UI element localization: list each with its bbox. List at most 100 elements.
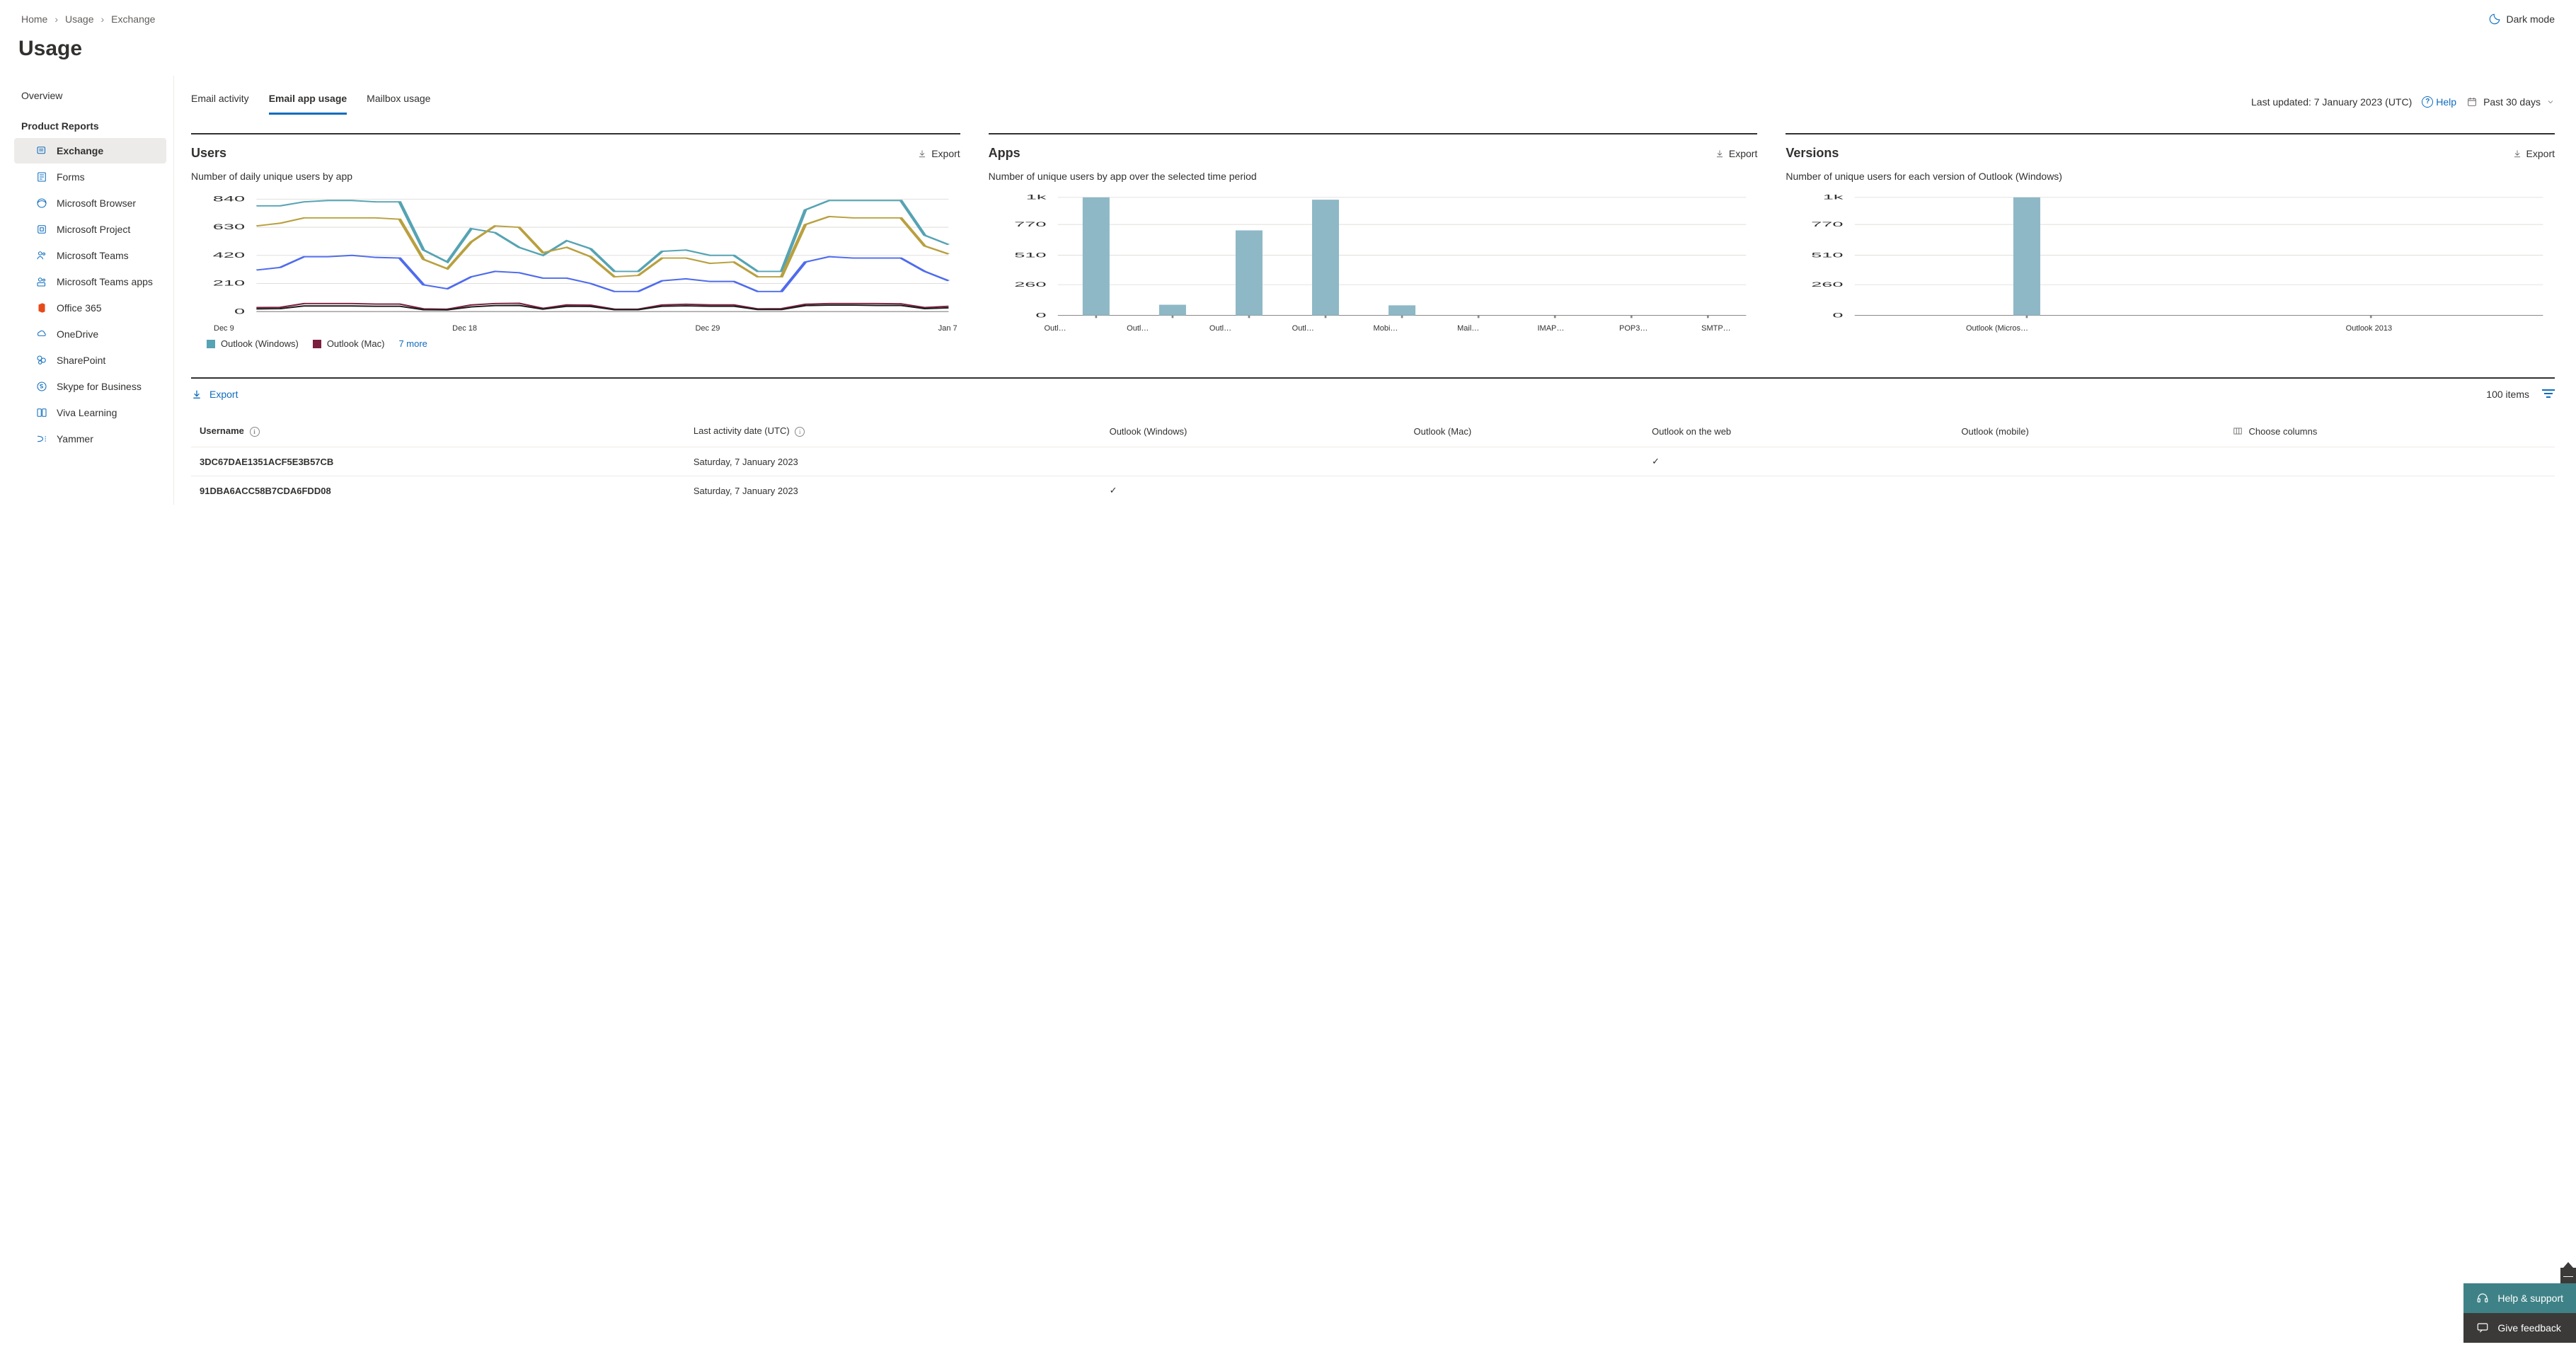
breadcrumb-usage[interactable]: Usage [65,13,93,25]
download-icon [2512,149,2522,159]
chevron-right-icon: › [54,13,58,25]
help-support-button[interactable]: Help & support [2463,1283,2576,1313]
card-subtitle: Number of unique users for each version … [1786,161,2555,182]
chevron-down-icon [2546,98,2555,106]
sidebar-item-label: Microsoft Project [57,224,130,235]
chart-versions: 02605107701k Outlook (Micros…Outlook 201… [1786,195,2555,333]
sharepoint-icon [35,354,48,367]
card-users: Users Export Number of daily unique user… [191,133,960,349]
filter-icon[interactable] [2542,389,2555,399]
give-feedback-button[interactable]: Give feedback [2463,1313,2576,1343]
tab-email-app-usage[interactable]: Email app usage [269,88,347,115]
headset-icon [2476,1292,2489,1305]
sidebar-item-sharepoint[interactable]: SharePoint [14,348,166,373]
svg-text:0: 0 [1833,311,1844,319]
card-subtitle: Number of daily unique users by app [191,161,960,182]
office365-icon [35,302,48,314]
moon-icon [2488,13,2501,25]
export-label: Export [1729,148,1757,159]
sidebar-item-forms[interactable]: Forms [14,164,166,190]
download-icon [1715,149,1725,159]
svg-text:770: 770 [1812,221,1844,228]
minimize-button[interactable]: — [2560,1268,2576,1283]
help-link[interactable]: ? Help [2422,96,2456,108]
teams-apps-icon [35,275,48,288]
forms-icon [35,171,48,183]
teams-icon [35,249,48,262]
legend-more[interactable]: 7 more [398,338,427,349]
col-outlook-mobile[interactable]: Outlook (mobile) [1954,420,2224,447]
svg-text:1k: 1k [1025,195,1047,201]
last-updated: Last updated: 7 January 2023 (UTC) [2251,96,2412,108]
col-outlook-mac[interactable]: Outlook (Mac) [1407,420,1645,447]
export-label: Export [209,389,238,400]
sidebar-item-label: Exchange [57,145,103,156]
sidebar-item-label: Forms [57,171,85,183]
give-feedback-label: Give feedback [2497,1322,2561,1334]
sidebar-item-teams-apps[interactable]: Microsoft Teams apps [14,269,166,294]
chart-legend: Outlook (Windows) Outlook (Mac) 7 more [191,333,960,349]
sidebar-item-label: Microsoft Teams apps [57,276,153,287]
col-outlook-windows[interactable]: Outlook (Windows) [1103,420,1407,447]
breadcrumb-exchange[interactable]: Exchange [111,13,155,25]
sidebar-item-label: Skype for Business [57,381,142,392]
card-title: Apps [989,146,1020,161]
sidebar-item-yammer[interactable]: Yammer [14,426,166,452]
col-last-activity[interactable]: Last activity date (UTC) i [686,420,1103,447]
legend-item: Outlook (Mac) [313,338,385,349]
sidebar-item-office365[interactable]: Office 365 [14,295,166,321]
sidebar-item-label: OneDrive [57,328,98,340]
export-button[interactable]: Export [917,148,960,159]
table-export-button[interactable]: Export [191,389,238,400]
legend-item: Outlook (Windows) [207,338,299,349]
sidebar-item-label: Office 365 [57,302,102,314]
sidebar-item-skype[interactable]: Skype for Business [14,374,166,399]
sidebar-item-browser[interactable]: Microsoft Browser [14,190,166,216]
svg-text:510: 510 [1812,251,1844,258]
sidebar-item-onedrive[interactable]: OneDrive [14,321,166,347]
info-icon: i [795,427,805,437]
dark-mode-toggle[interactable]: Dark mode [2488,13,2555,25]
export-button[interactable]: Export [2512,148,2555,159]
help-support-label: Help & support [2497,1293,2563,1304]
chevron-right-icon: › [101,13,105,25]
calendar-icon [2466,96,2478,108]
card-apps: Apps Export Number of unique users by ap… [989,133,1758,349]
table-row[interactable]: 3DC67DAE1351ACF5E3B57CB Saturday, 7 Janu… [191,447,2555,476]
sidebar: Overview Product Reports Exchange Forms … [0,76,174,505]
sidebar-item-exchange[interactable]: Exchange [14,138,166,164]
choose-columns-button[interactable]: Choose columns [2232,426,2548,437]
tab-mailbox-usage[interactable]: Mailbox usage [367,88,430,115]
export-label: Export [2526,148,2555,159]
sidebar-section-title: Product Reports [0,110,171,137]
card-title: Versions [1786,146,1839,161]
sidebar-item-project[interactable]: Microsoft Project [14,217,166,242]
col-username[interactable]: Username i [191,420,686,447]
period-picker[interactable]: Past 30 days [2466,96,2555,108]
onedrive-icon [35,328,48,340]
table-row[interactable]: 91DBA6ACC58B7CDA6FDD08 Saturday, 7 Janua… [191,476,2555,505]
tab-email-activity[interactable]: Email activity [191,88,249,115]
svg-text:260: 260 [1812,281,1844,288]
svg-text:260: 260 [1014,281,1046,288]
columns-icon [2232,426,2243,436]
sidebar-item-viva[interactable]: Viva Learning [14,400,166,425]
report-tabs: Email activity Email app usage Mailbox u… [191,88,430,115]
sidebar-item-label: Yammer [57,433,93,445]
page-title: Usage [0,30,2576,75]
help-icon: ? [2422,96,2433,108]
help-label: Help [2436,96,2456,108]
sidebar-item-overview[interactable]: Overview [16,84,166,108]
sidebar-item-label: Overview [21,90,62,101]
col-outlook-web[interactable]: Outlook on the web [1645,420,1954,447]
chat-icon [2476,1322,2489,1334]
table-header-row: Username i Last activity date (UTC) i Ou… [191,420,2555,447]
svg-text:1k: 1k [1823,195,1844,201]
dark-mode-label: Dark mode [2507,13,2555,25]
breadcrumb-home[interactable]: Home [21,13,47,25]
usage-table: Username i Last activity date (UTC) i Ou… [191,420,2555,505]
export-button[interactable]: Export [1715,148,1757,159]
card-title: Users [191,146,226,161]
sidebar-item-teams[interactable]: Microsoft Teams [14,243,166,268]
viva-icon [35,406,48,419]
